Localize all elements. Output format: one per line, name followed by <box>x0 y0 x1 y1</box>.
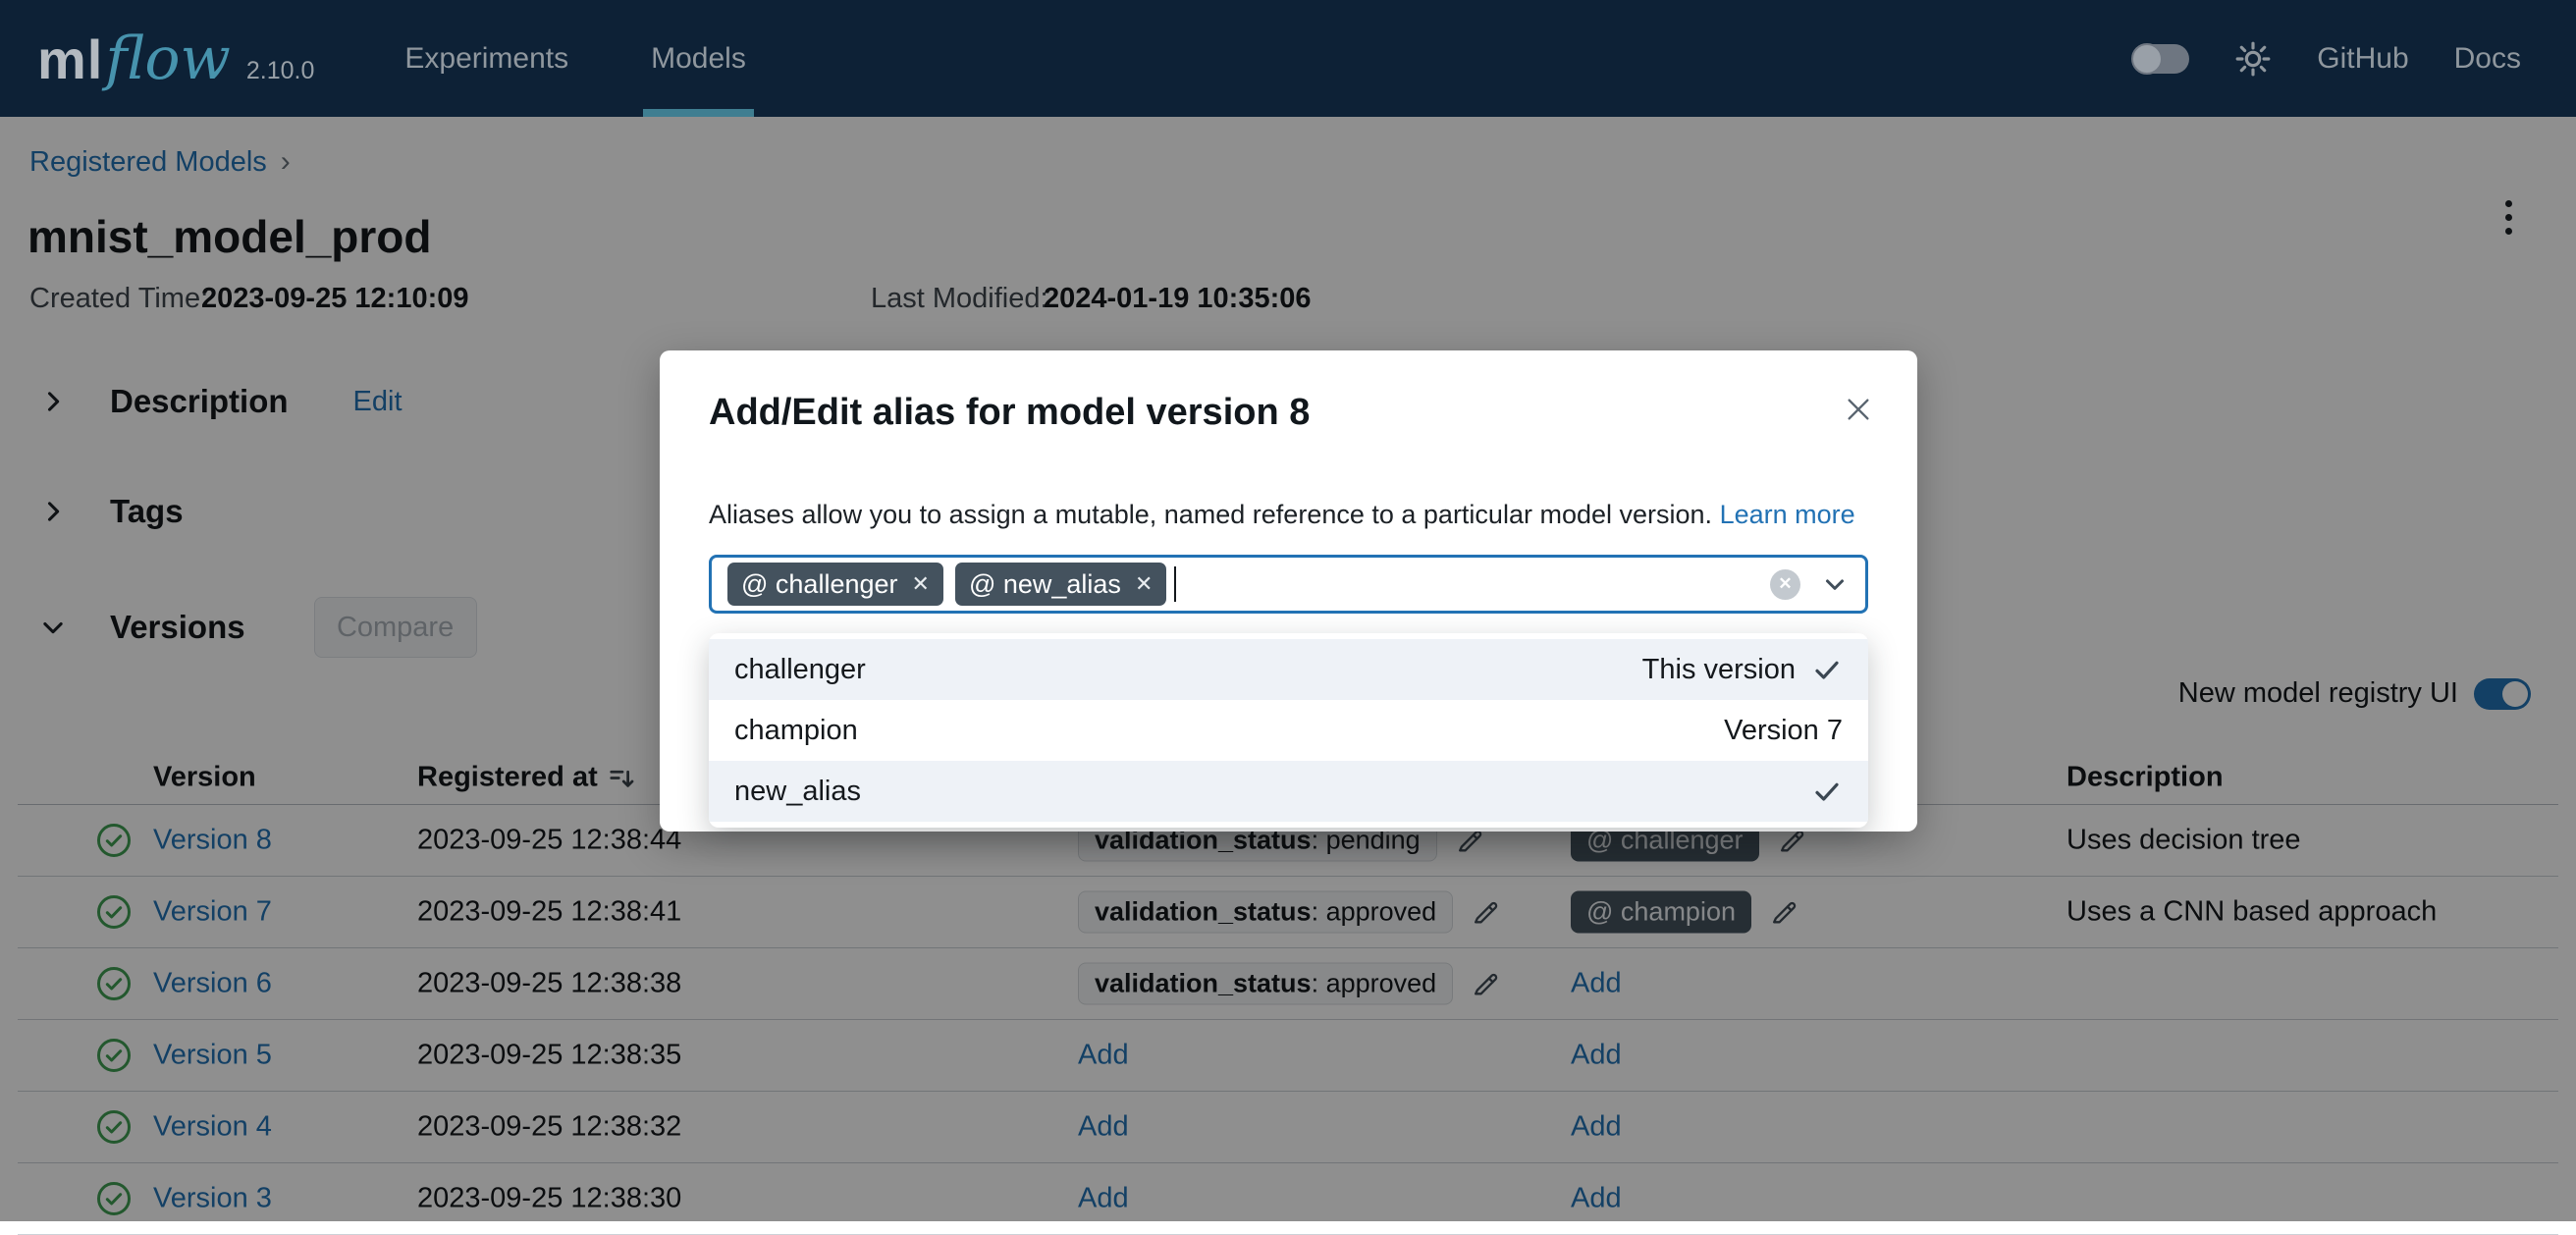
top-navbar: ml flow 2.10.0 Experiments Models GitHub… <box>0 0 2576 117</box>
option-right: This version <box>1642 654 1843 686</box>
option-version-label: This version <box>1641 653 1796 685</box>
alias-option-champion[interactable]: champion Version 7 <box>709 700 1868 761</box>
logo-ml-text: ml <box>37 27 104 90</box>
option-label: challenger <box>734 653 866 685</box>
dark-mode-toggle[interactable] <box>2131 42 2190 75</box>
text-cursor <box>1174 566 1177 602</box>
modal-title: Add/Edit alias for model version 8 <box>709 392 1311 433</box>
version-label: 2.10.0 <box>245 56 315 84</box>
option-right <box>1811 776 1843 807</box>
selected-alias-tag: @ new_alias ✕ <box>954 563 1167 606</box>
chevron-down-icon[interactable] <box>1820 569 1850 599</box>
nav-tab-experiments[interactable]: Experiments <box>404 0 568 117</box>
modal-description-text: Aliases allow you to assign a mutable, n… <box>709 500 1713 529</box>
navbar-right: GitHub Docs <box>2131 40 2521 78</box>
logo-flow-text: flow <box>105 24 231 93</box>
clear-all-icon[interactable]: ✕ <box>1770 568 1800 600</box>
github-link[interactable]: GitHub <box>2317 42 2408 76</box>
remove-alias-icon[interactable]: ✕ <box>1135 571 1153 597</box>
remove-alias-icon[interactable]: ✕ <box>912 571 930 597</box>
selected-aliases: @ challenger ✕ @ new_alias ✕ <box>727 563 1167 606</box>
close-icon[interactable] <box>1843 394 1874 425</box>
learn-more-link[interactable]: Learn more <box>1720 500 1855 529</box>
alias-multiselect-input[interactable]: @ challenger ✕ @ new_alias ✕ ✕ <box>709 555 1868 614</box>
selected-alias-tag: @ challenger ✕ <box>727 563 943 606</box>
checkmark-icon <box>1811 776 1843 807</box>
option-right: Version 7 <box>1724 715 1843 747</box>
alias-option-new_alias[interactable]: new_alias <box>709 761 1868 822</box>
alias-options-dropdown: challenger This version champion Version… <box>709 633 1868 828</box>
option-label: champion <box>734 714 858 746</box>
main-nav: Experiments Models <box>404 0 754 117</box>
nav-tab-models[interactable]: Models <box>643 0 754 117</box>
sun-icon[interactable] <box>2234 40 2272 78</box>
docs-link[interactable]: Docs <box>2454 42 2521 76</box>
checkmark-icon <box>1811 654 1843 685</box>
input-controls: ✕ <box>1770 568 1850 600</box>
mlflow-logo[interactable]: ml flow 2.10.0 <box>37 25 314 93</box>
alias-option-challenger[interactable]: challenger This version <box>709 639 1868 700</box>
modal-description: Aliases allow you to assign a mutable, n… <box>709 500 1855 530</box>
option-version-label: Version 7 <box>1724 714 1843 746</box>
option-label: new_alias <box>734 775 861 807</box>
toggle-knob <box>2131 42 2164 75</box>
